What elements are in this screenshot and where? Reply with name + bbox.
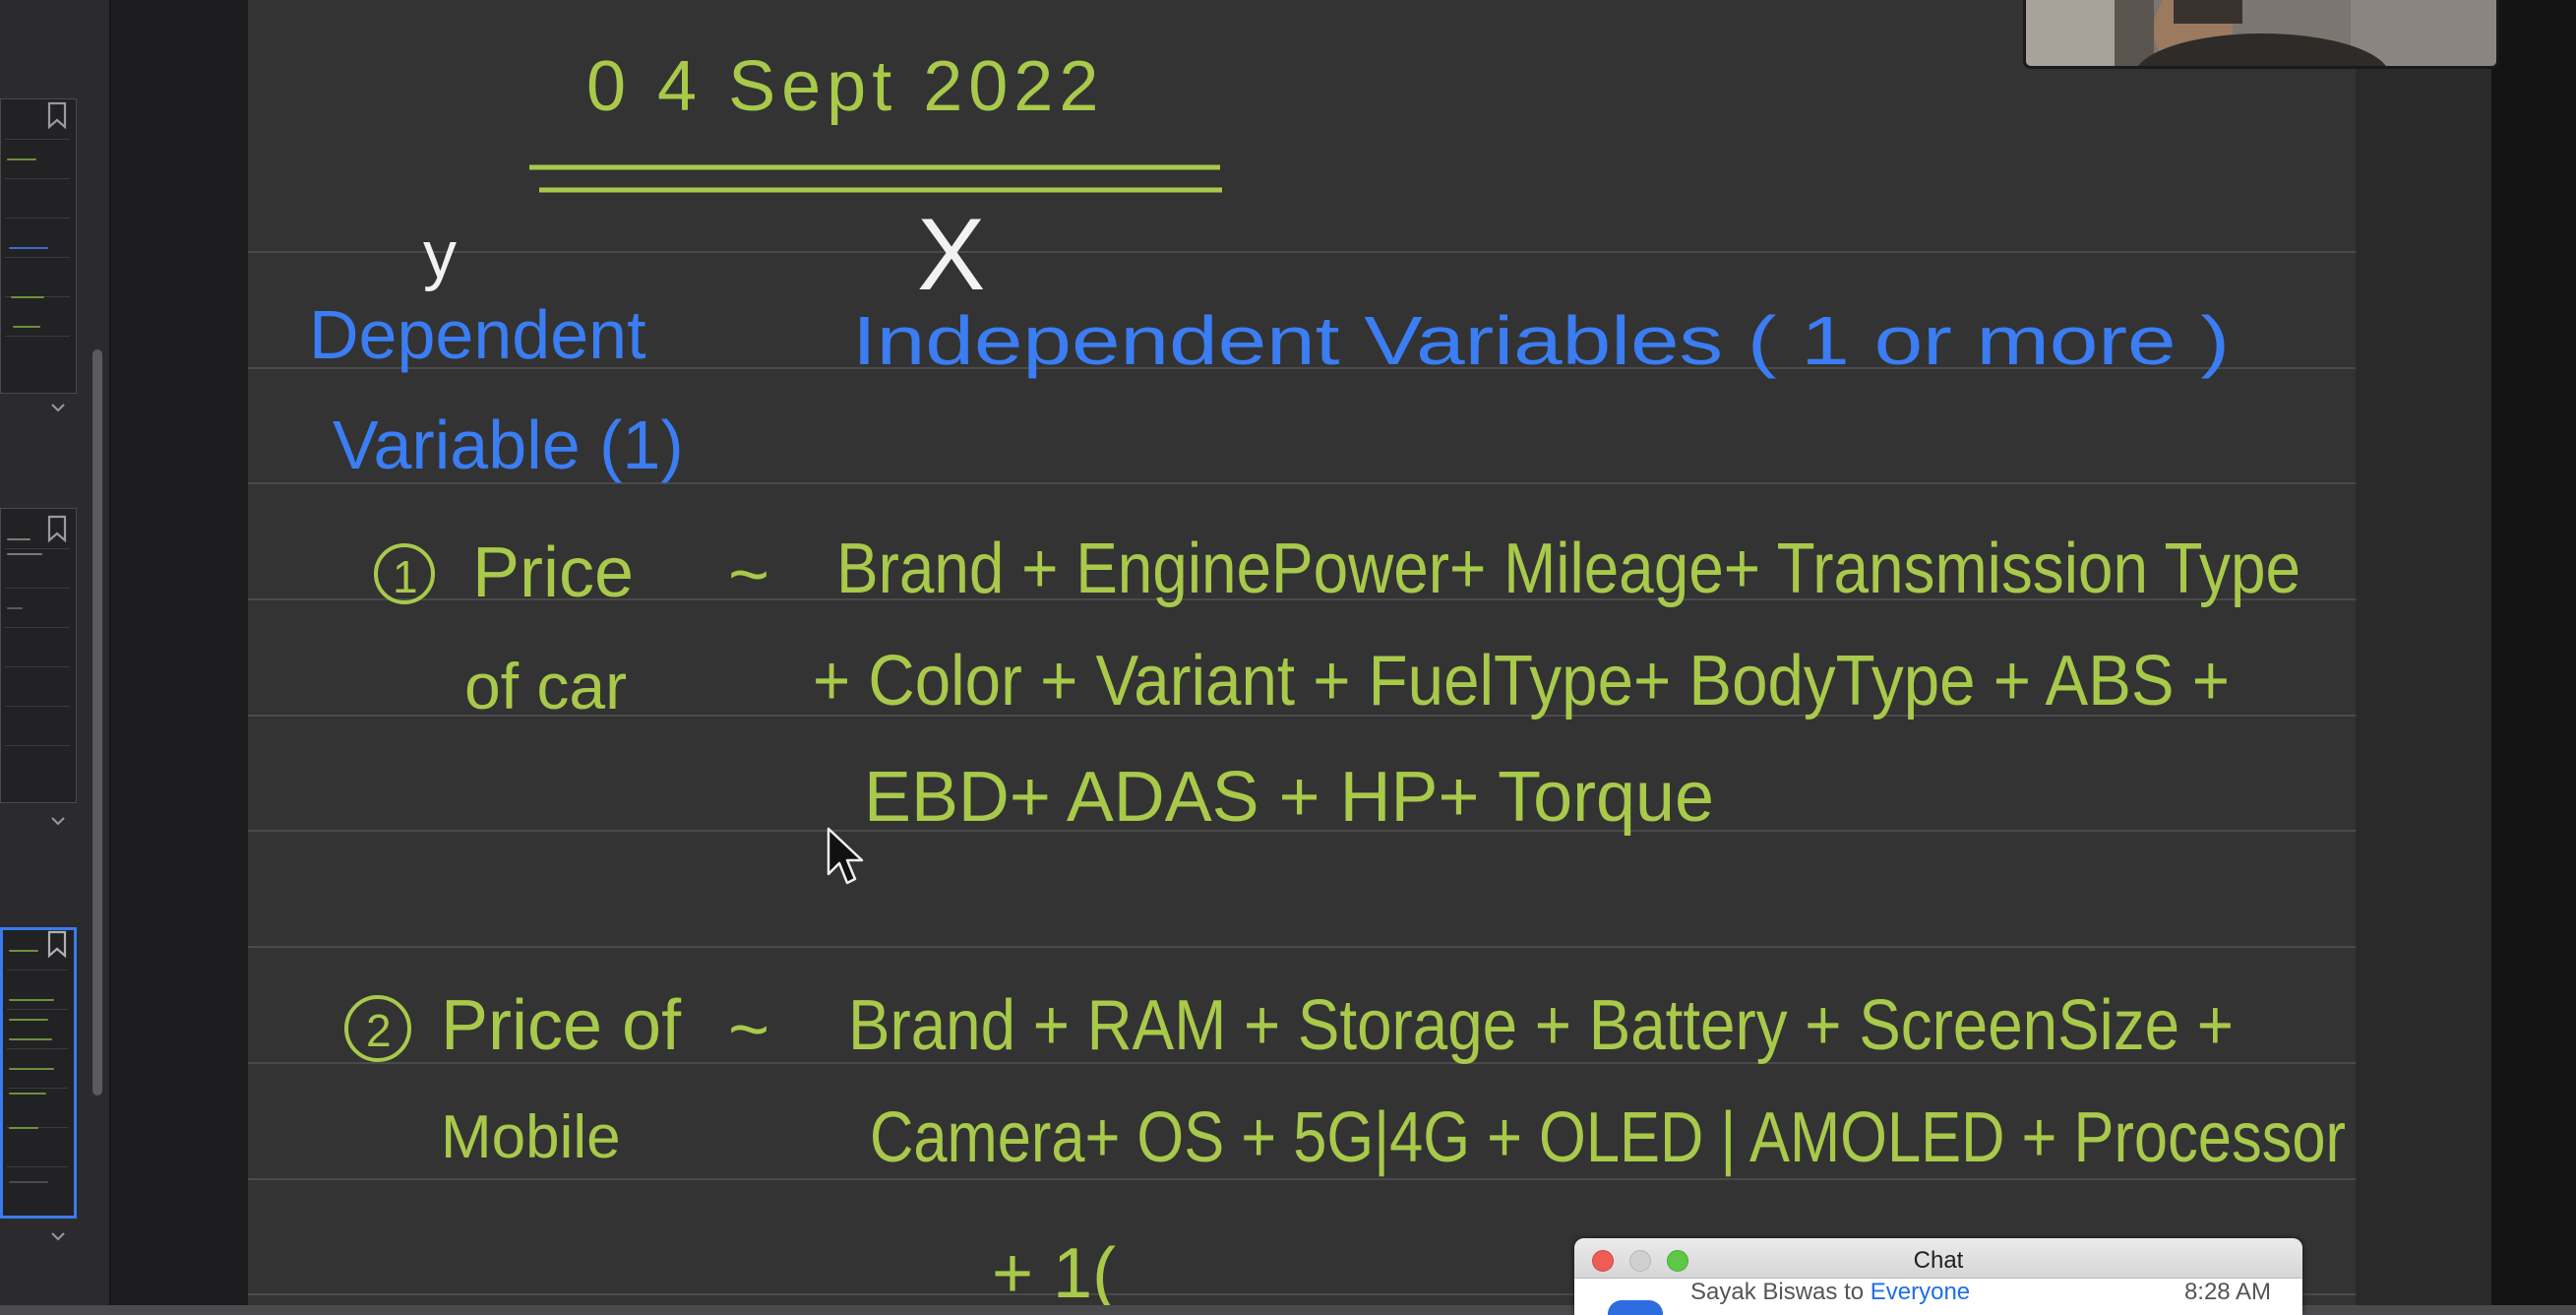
tilde: ~ [728, 990, 769, 1069]
dependent-heading: Variable (1) [333, 407, 684, 483]
canvas-right-gutter [2356, 0, 2491, 1309]
chevron-down-icon[interactable] [50, 1230, 66, 1242]
chat-timestamp: 8:28 AM [2183, 1279, 2271, 1305]
page-thumbnail-1[interactable] [0, 98, 77, 394]
page-thumbnail-sidebar [0, 0, 111, 1309]
x-label: X [917, 198, 985, 312]
example2-features: + 1( [992, 1234, 1116, 1305]
note-canvas[interactable]: 0 4 Sept 2022 X y Dependent Variable (1)… [248, 0, 2356, 1313]
example2-features: Brand + RAM + Storage + Battery + Screen… [848, 986, 2234, 1065]
example1-features: EBD+ ADAS + HP+ Torque [864, 758, 1714, 837]
chat-titlebar[interactable]: Chat [1574, 1238, 2302, 1279]
note-page: 0 4 Sept 2022 X y Dependent Variable (1)… [248, 47, 2356, 1313]
participant-video-tile[interactable] [2023, 0, 2499, 69]
example1-target: of car [464, 650, 627, 722]
example-number: 1 [393, 551, 418, 602]
note-date: 0 4 Sept 2022 [586, 47, 1104, 126]
chat-window[interactable]: Chat Sayak Biswas to Everyone 8:28 AM [1574, 1238, 2302, 1315]
bookmark-icon[interactable] [43, 929, 71, 959]
avatar [1608, 1300, 1663, 1315]
example2-target: Price of [441, 986, 682, 1065]
chat-sender-name: Sayak Biswas [1690, 1279, 1838, 1305]
chevron-down-icon[interactable] [50, 402, 66, 413]
chat-to-label: to [1844, 1279, 1865, 1305]
example1-target: Price [472, 533, 634, 612]
example2-target: Mobile [441, 1103, 621, 1171]
chat-recipient-link[interactable]: Everyone [1871, 1279, 1970, 1305]
page-thumbnail-2[interactable] [0, 508, 77, 803]
y-label: y [423, 218, 457, 292]
sidebar-scrollbar[interactable] [92, 349, 102, 1096]
bookmark-icon[interactable] [43, 100, 71, 130]
chevron-down-icon[interactable] [50, 815, 66, 827]
window-edge [2491, 0, 2576, 1309]
example2-features: Camera+ OS + 5G|4G + OLED | AMOLED + Pro… [870, 1098, 2346, 1177]
chat-message-list[interactable]: Sayak Biswas to Everyone 8:28 AM [1574, 1279, 2302, 1315]
mouse-cursor-icon [827, 827, 864, 885]
chat-message-header: Sayak Biswas to Everyone [1690, 1279, 1970, 1306]
chat-title: Chat [1913, 1247, 1964, 1274]
dependent-heading: Dependent [309, 296, 646, 373]
example1-features: + Color + Variant + FuelType+ BodyType +… [813, 642, 2230, 720]
participant-video-frame [2026, 0, 2496, 66]
page-thumbnail-3-selected[interactable] [0, 927, 77, 1219]
example1-features: Brand + EnginePower+ Mileage+ Transmissi… [836, 530, 2300, 608]
example-number: 2 [366, 1005, 392, 1056]
bookmark-icon[interactable] [43, 514, 71, 543]
tilde: ~ [728, 535, 769, 614]
independent-heading: Independent Variables ( 1 or more ) [852, 302, 2230, 379]
